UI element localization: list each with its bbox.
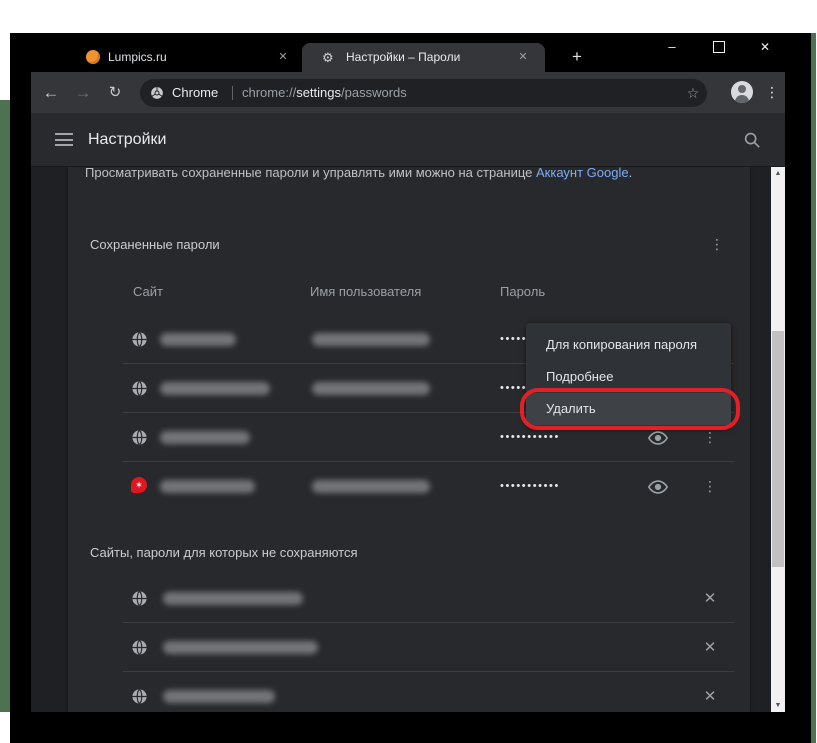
site-name-redacted: [163, 690, 275, 703]
url-separator: [232, 86, 233, 100]
window-close-button[interactable]: ✕: [752, 35, 778, 59]
never-saved-list: ✕ ✕ ✕: [68, 574, 750, 712]
password-mask: •••••••••••: [500, 462, 560, 511]
window-maximize-button[interactable]: [706, 35, 732, 59]
site-name-redacted: [160, 333, 236, 346]
globe-favicon-icon: [131, 429, 148, 446]
scrollbar-thumb[interactable]: [772, 331, 784, 567]
tab-label: Настройки – Пароли: [346, 43, 460, 72]
lumpics-favicon-icon: [86, 50, 100, 64]
maximize-icon: [713, 41, 725, 53]
page-scrollbar[interactable]: ▲ ▼: [771, 167, 785, 712]
saved-passwords-menu-kebab-icon[interactable]: ⋮: [706, 233, 728, 255]
window-minimize-button[interactable]: –: [659, 35, 685, 59]
tab-close-icon[interactable]: ✕: [515, 43, 531, 72]
address-bar[interactable]: Chrome chrome://settings/passwords ☆: [140, 79, 707, 107]
url-scheme: chrome://: [242, 85, 296, 100]
site-name-redacted: [163, 592, 303, 605]
column-header-password: Пароль: [500, 284, 545, 299]
site-name-redacted: [160, 382, 270, 395]
passwords-card: Просматривать сохраненные пароли и управ…: [68, 167, 750, 712]
intro-note: Просматривать сохраненные пароли и управ…: [85, 167, 632, 181]
google-account-link[interactable]: Аккаунт Google: [536, 167, 629, 180]
show-password-eye-icon[interactable]: [647, 427, 669, 449]
site-name-redacted: [163, 641, 318, 654]
reload-button[interactable]: ↻: [103, 81, 127, 105]
site-name-redacted: [160, 431, 250, 444]
row-menu-kebab-icon[interactable]: ⋮: [699, 475, 721, 497]
scrollbar-up-arrow-icon[interactable]: ▲: [771, 170, 785, 177]
never-saved-row: ✕: [68, 574, 750, 623]
url-path: /passwords: [341, 85, 407, 100]
tab-bar: Lumpics.ru ✕ ⚙ Настройки – Пароли ✕ + – …: [31, 33, 785, 72]
show-password-eye-icon[interactable]: [647, 476, 669, 498]
background-strip-left: [0, 100, 10, 712]
forward-button[interactable]: →: [71, 81, 95, 105]
globe-favicon-icon: [131, 590, 148, 607]
url-product-label: Chrome: [172, 79, 218, 107]
profile-avatar[interactable]: [731, 81, 753, 103]
password-row: ✶ ••••••••••• ⋮: [68, 462, 750, 511]
hamburger-menu-icon[interactable]: [55, 133, 73, 146]
remove-site-x-icon[interactable]: ✕: [699, 574, 721, 623]
column-header-site: Сайт: [133, 284, 163, 299]
scrollbar-down-arrow-icon[interactable]: ▼: [771, 702, 785, 709]
back-button[interactable]: ←: [39, 81, 63, 105]
menu-item-copy-password[interactable]: Для копирования пароля: [526, 329, 731, 361]
browser-menu-kebab-icon[interactable]: ⋮: [761, 81, 783, 103]
never-saved-row: ✕: [68, 672, 750, 712]
username-redacted: [312, 333, 430, 346]
settings-gear-icon: ⚙: [322, 43, 334, 72]
globe-favicon-icon: [131, 331, 148, 348]
screenshot-canvas: Lumpics.ru ✕ ⚙ Настройки – Пароли ✕ + – …: [0, 0, 817, 743]
chrome-logo-icon: [150, 86, 164, 100]
globe-favicon-icon: [131, 688, 148, 705]
tab-close-icon[interactable]: ✕: [275, 43, 291, 72]
globe-favicon-icon: [131, 380, 148, 397]
red-highlight-annotation: [520, 388, 740, 430]
bookmark-star-icon[interactable]: ☆: [683, 79, 703, 107]
never-saved-row: ✕: [68, 623, 750, 672]
column-header-username: Имя пользователя: [310, 284, 421, 299]
tab-lumpics[interactable]: Lumpics.ru ✕: [64, 43, 302, 72]
url-text: chrome://settings/passwords: [242, 79, 407, 107]
settings-page-title: Настройки: [88, 113, 166, 166]
browser-toolbar: ← → ↻ Chrome chrome://settings/passwords…: [31, 72, 785, 113]
tab-settings-passwords[interactable]: ⚙ Настройки – Пароли ✕: [302, 43, 545, 72]
browser-window: Lumpics.ru ✕ ⚙ Настройки – Пароли ✕ + – …: [31, 33, 785, 712]
site-name-redacted: [160, 480, 255, 493]
intro-text: Просматривать сохраненные пароли и управ…: [85, 167, 536, 180]
tab-label: Lumpics.ru: [108, 43, 167, 72]
remove-site-x-icon[interactable]: ✕: [699, 672, 721, 712]
saved-passwords-title: Сохраненные пароли: [90, 237, 220, 252]
globe-favicon-icon: [131, 639, 148, 656]
url-host: settings: [296, 85, 341, 100]
username-redacted: [312, 480, 430, 493]
settings-content: Просматривать сохраненные пароли и управ…: [31, 167, 785, 712]
new-tab-button[interactable]: +: [565, 45, 589, 69]
settings-header: Настройки: [31, 113, 785, 167]
remove-site-x-icon[interactable]: ✕: [699, 623, 721, 672]
search-icon[interactable]: [743, 131, 761, 149]
red-site-favicon-icon: ✶: [131, 477, 147, 493]
intro-period: .: [629, 167, 633, 180]
background-strip-right: [811, 33, 816, 743]
username-redacted: [312, 382, 430, 395]
browser-window-frame: Lumpics.ru ✕ ⚙ Настройки – Пароли ✕ + – …: [10, 33, 811, 743]
never-saved-title: Сайты, пароли для которых не сохраняются: [90, 545, 358, 560]
